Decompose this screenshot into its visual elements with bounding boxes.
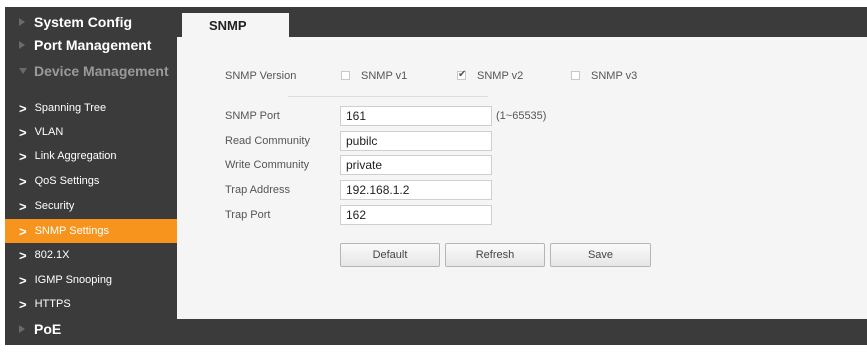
snmp-v3-checkbox[interactable] (571, 71, 580, 80)
write-community-input[interactable] (340, 155, 492, 175)
trap-port-label: Trap Port (225, 209, 271, 221)
sidebar-item-label: IGMP Snooping (34, 274, 113, 286)
sidebar-item-label: QoS Settings (34, 175, 100, 187)
sidebar-item-label: System Config (34, 14, 133, 30)
sidebar-item-label: SNMP Settings (34, 225, 109, 237)
sidebar-item-label: HTTPS (34, 298, 71, 310)
snmp-port-range-hint: (1~65535) (496, 110, 547, 122)
content-panel: SNMP SNMP Version SNMP v1 ✔ SNMP v2 SNMP… (177, 7, 867, 319)
sidebar-item-label: Link Aggregation (34, 150, 117, 162)
sidebar: System Config Port Management Device Man… (5, 7, 177, 345)
snmp-version-label: SNMP Version (225, 70, 297, 82)
chevron-right-icon: > (19, 173, 27, 189)
snmp-v2-label: SNMP v2 (477, 70, 524, 82)
write-community-label: Write Community (225, 159, 310, 171)
tab-bar: SNMP (177, 7, 867, 37)
chevron-right-icon: > (19, 272, 27, 288)
section-divider (288, 96, 488, 97)
snmp-v1-checkbox[interactable] (341, 71, 350, 80)
chevron-right-icon: > (19, 247, 27, 263)
sidebar-item-label: 802.1X (34, 249, 70, 261)
read-community-input[interactable] (340, 131, 492, 151)
sidebar-item-poe[interactable]: PoE (5, 318, 177, 340)
sidebar-item-https[interactable]: > HTTPS (5, 292, 177, 316)
sidebar-item-vlan[interactable]: > VLAN (5, 120, 177, 144)
expand-arrow-icon (19, 41, 25, 49)
snmp-v3-label: SNMP v3 (591, 70, 638, 82)
trap-address-input[interactable] (340, 180, 492, 200)
sidebar-item-802-1x[interactable]: > 802.1X (5, 243, 177, 267)
default-button[interactable]: Default (340, 243, 440, 267)
sidebar-item-device-management[interactable]: Device Management (5, 59, 177, 83)
expand-arrow-icon (19, 18, 25, 26)
snmp-port-input[interactable] (340, 106, 492, 126)
read-community-label: Read Community (225, 135, 310, 147)
sidebar-item-port-management[interactable]: Port Management (5, 35, 177, 55)
sidebar-item-security[interactable]: > Security (5, 194, 177, 218)
sidebar-item-label: VLAN (34, 126, 64, 138)
chevron-right-icon: > (19, 148, 27, 164)
sidebar-item-label: Port Management (34, 37, 152, 53)
chevron-right-icon: > (19, 100, 27, 116)
trap-address-label: Trap Address (225, 184, 291, 196)
snmp-v1-label: SNMP v1 (361, 70, 408, 82)
sidebar-item-label: PoE (34, 321, 62, 337)
sidebar-item-label: Device Management (34, 63, 169, 79)
save-button[interactable]: Save (550, 243, 651, 267)
refresh-button[interactable]: Refresh (445, 243, 545, 267)
tab-snmp[interactable]: SNMP (182, 13, 289, 37)
expand-arrow-icon (19, 325, 25, 333)
collapse-arrow-icon (19, 68, 27, 74)
sidebar-item-system-config[interactable]: System Config (5, 12, 177, 32)
chevron-right-icon: > (19, 124, 27, 140)
sidebar-item-igmp-snooping[interactable]: > IGMP Snooping (5, 268, 177, 292)
chevron-right-icon: > (19, 296, 27, 312)
sidebar-item-snmp-settings[interactable]: > SNMP Settings (5, 219, 177, 243)
sidebar-item-label: Security (34, 200, 75, 212)
snmp-port-label: SNMP Port (225, 110, 280, 122)
sidebar-item-link-aggregation[interactable]: > Link Aggregation (5, 144, 177, 168)
trap-port-input[interactable] (340, 205, 492, 225)
sidebar-item-spanning-tree[interactable]: > Spanning Tree (5, 96, 177, 120)
chevron-right-icon: > (19, 198, 27, 214)
checkmark-icon: ✔ (458, 69, 467, 80)
chevron-right-icon: > (19, 223, 27, 239)
sidebar-item-qos-settings[interactable]: > QoS Settings (5, 169, 177, 193)
sidebar-item-label: Spanning Tree (34, 102, 107, 114)
